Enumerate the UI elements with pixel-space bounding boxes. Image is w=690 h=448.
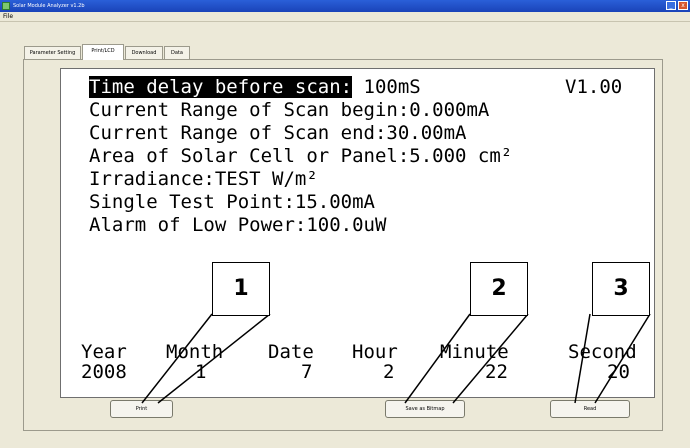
- minimize-button[interactable]: _: [666, 1, 676, 10]
- callout-1: 1: [212, 262, 270, 316]
- lcd-line-range-end: Current Range of Scan end:30.00mA: [89, 122, 467, 144]
- app-icon: [2, 2, 10, 10]
- lcd-line-range-begin: Current Range of Scan begin:0.000mA: [89, 99, 490, 121]
- lcd-label-date: Date: [268, 341, 314, 363]
- window-title: Solar Module Analyzer v1.2b: [13, 3, 85, 9]
- print-button[interactable]: Print: [110, 400, 173, 418]
- save-bitmap-button[interactable]: Save as Bitmap: [385, 400, 465, 418]
- lcd-label-minute: Minute: [440, 341, 509, 363]
- close-button[interactable]: x: [678, 1, 688, 10]
- lcd-version: V1.00: [565, 76, 623, 98]
- menu-bar: File: [0, 12, 690, 22]
- lcd-value-minute: 22: [485, 361, 508, 383]
- lcd-value-month: 1: [195, 361, 207, 383]
- lcd-line-irradiance: Irradiance:TEST W/m²: [89, 168, 318, 190]
- tab-data[interactable]: Data: [164, 46, 190, 59]
- lcd-line-alarm: Alarm of Low Power:100.0uW: [89, 214, 387, 236]
- tab-download[interactable]: Download: [125, 46, 163, 59]
- lcd-value-hour: 2: [383, 361, 395, 383]
- callout-2: 2: [470, 262, 528, 316]
- tab-parameter-setting[interactable]: Parameter Setting: [24, 46, 81, 59]
- lcd-value-date: 7: [301, 361, 313, 383]
- lcd-label-month: Month: [166, 341, 224, 363]
- lcd-line-single-point: Single Test Point:15.00mA: [89, 191, 375, 213]
- tab-print-lcd[interactable]: Print/LCD: [82, 44, 124, 60]
- lcd-line-area: Area of Solar Cell or Panel:5.000 cm²: [89, 145, 513, 167]
- menu-file[interactable]: File: [3, 12, 13, 22]
- title-bar: Solar Module Analyzer v1.2b _ x: [0, 0, 690, 12]
- lcd-value-second: 20: [607, 361, 630, 383]
- lcd-label-second: Second: [568, 341, 637, 363]
- lcd-line-time-delay: Time delay before scan: 100mS: [89, 76, 421, 98]
- lcd-highlight-time-delay: Time delay before scan:: [89, 76, 353, 98]
- lcd-label-hour: Hour: [352, 341, 398, 363]
- lcd-time-delay-value: 100mS: [352, 76, 421, 98]
- lcd-value-year: 2008: [81, 361, 127, 383]
- lcd-label-year: Year: [81, 341, 127, 363]
- callout-3: 3: [592, 262, 650, 316]
- read-button[interactable]: Read: [550, 400, 630, 418]
